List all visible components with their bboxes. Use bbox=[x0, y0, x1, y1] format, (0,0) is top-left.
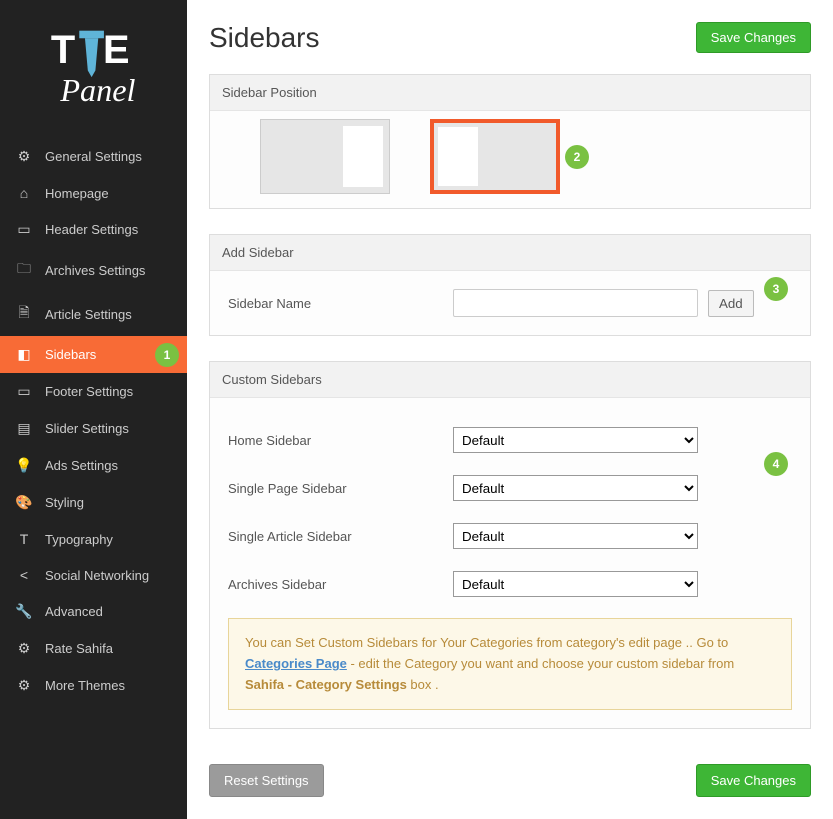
home-icon: ⌂ bbox=[15, 185, 33, 201]
svg-text:T: T bbox=[51, 28, 75, 72]
nav-label: Slider Settings bbox=[45, 421, 129, 436]
notice-text: - edit the Category you want and choose … bbox=[347, 656, 734, 671]
nav-label: General Settings bbox=[45, 149, 142, 164]
file-icon: 🗎 bbox=[15, 302, 33, 326]
categories-notice: You can Set Custom Sidebars for Your Cat… bbox=[228, 618, 792, 710]
nav-styling[interactable]: 🎨 Styling bbox=[0, 484, 187, 521]
row-label: Home Sidebar bbox=[228, 433, 453, 448]
row-label: Archives Sidebar bbox=[228, 577, 453, 592]
sidebar-name-input[interactable] bbox=[453, 289, 698, 317]
nav-label: More Themes bbox=[45, 678, 125, 693]
nav-label: Article Settings bbox=[45, 307, 132, 322]
header-icon: ▭ bbox=[15, 221, 33, 238]
sidebar-name-label: Sidebar Name bbox=[228, 296, 453, 311]
nav-label: Ads Settings bbox=[45, 458, 118, 473]
position-left-option[interactable] bbox=[430, 119, 560, 194]
wrench-icon: 🔧 bbox=[15, 603, 33, 620]
nav-archives-settings[interactable]: 🗀 Archives Settings bbox=[0, 248, 187, 292]
annotation-3: 3 bbox=[764, 277, 788, 301]
main-content: Sidebars Save Changes Sidebar Position 2… bbox=[187, 0, 833, 819]
nav-label: Typography bbox=[45, 532, 113, 547]
panel-header: Custom Sidebars bbox=[210, 362, 810, 398]
nav-more-themes[interactable]: ⚙ More Themes bbox=[0, 667, 187, 704]
add-button[interactable]: Add bbox=[708, 290, 754, 317]
logo: T E Panel bbox=[0, 0, 187, 138]
share-icon: < bbox=[15, 567, 33, 583]
reset-button[interactable]: Reset Settings bbox=[209, 764, 324, 797]
svg-text:E: E bbox=[103, 28, 130, 72]
nav-label: Header Settings bbox=[45, 222, 138, 237]
nav-label: Footer Settings bbox=[45, 384, 133, 399]
add-sidebar-panel: Add Sidebar Sidebar Name Add 3 bbox=[209, 234, 811, 336]
folder-icon: 🗀 bbox=[15, 258, 33, 282]
nav-label: Homepage bbox=[45, 186, 109, 201]
nav-rate[interactable]: ⚙ Rate Sahifa bbox=[0, 630, 187, 667]
type-icon: T bbox=[15, 531, 33, 547]
gear-icon: ⚙ bbox=[15, 148, 33, 165]
panel-header: Add Sidebar bbox=[210, 235, 810, 271]
notice-text: box . bbox=[407, 677, 439, 692]
gear-icon: ⚙ bbox=[15, 640, 33, 657]
archives-sidebar-select[interactable]: Default bbox=[453, 571, 698, 597]
slider-icon: ▤ bbox=[15, 420, 33, 437]
nav-label: Rate Sahifa bbox=[45, 641, 113, 656]
nav-slider-settings[interactable]: ▤ Slider Settings bbox=[0, 410, 187, 447]
annotation-4: 4 bbox=[764, 452, 788, 476]
position-right-option[interactable] bbox=[260, 119, 390, 194]
custom-row: Home Sidebar Default bbox=[228, 416, 792, 464]
brush-icon: 🎨 bbox=[15, 494, 33, 511]
sidebar-position-panel: Sidebar Position 2 bbox=[209, 74, 811, 209]
nav-ads-settings[interactable]: 💡 Ads Settings bbox=[0, 447, 187, 484]
nav-advanced[interactable]: 🔧 Advanced bbox=[0, 593, 187, 630]
nav-social-networking[interactable]: < Social Networking bbox=[0, 557, 187, 593]
home-sidebar-select[interactable]: Default bbox=[453, 427, 698, 453]
notice-text: You can Set Custom Sidebars for Your Cat… bbox=[245, 635, 728, 650]
notice-bold: Sahifa - Category Settings bbox=[245, 677, 407, 692]
custom-row: Archives Sidebar Default bbox=[228, 560, 792, 608]
nav-general-settings[interactable]: ⚙ General Settings bbox=[0, 138, 187, 175]
nav-sidebars[interactable]: ◧ Sidebars 1 bbox=[0, 336, 187, 373]
nav-header-settings[interactable]: ▭ Header Settings bbox=[0, 211, 187, 248]
bulb-icon: 💡 bbox=[15, 457, 33, 474]
nav-label: Advanced bbox=[45, 604, 103, 619]
nav-typography[interactable]: T Typography bbox=[0, 521, 187, 557]
nav-article-settings[interactable]: 🗎 Article Settings bbox=[0, 292, 187, 336]
save-button-bottom[interactable]: Save Changes bbox=[696, 764, 811, 797]
annotation-2: 2 bbox=[565, 145, 589, 169]
row-label: Single Page Sidebar bbox=[228, 481, 453, 496]
single-page-sidebar-select[interactable]: Default bbox=[453, 475, 698, 501]
panel-header: Sidebar Position bbox=[210, 75, 810, 111]
nav-label: Styling bbox=[45, 495, 84, 510]
nav-label: Archives Settings bbox=[45, 263, 145, 278]
nav-homepage[interactable]: ⌂ Homepage bbox=[0, 175, 187, 211]
categories-page-link[interactable]: Categories Page bbox=[245, 656, 347, 671]
sidebar: T E Panel ⚙ General Settings ⌂ Homepage ▭ H… bbox=[0, 0, 187, 819]
custom-row: Single Page Sidebar Default bbox=[228, 464, 792, 512]
page-title: Sidebars bbox=[209, 22, 320, 54]
save-button-top[interactable]: Save Changes bbox=[696, 22, 811, 53]
nav-footer-settings[interactable]: ▭ Footer Settings bbox=[0, 373, 187, 410]
nav-label: Social Networking bbox=[45, 568, 149, 583]
custom-sidebars-panel: Custom Sidebars Home Sidebar Default Sin… bbox=[209, 361, 811, 729]
svg-text:Panel: Panel bbox=[59, 72, 135, 108]
custom-row: Single Article Sidebar Default bbox=[228, 512, 792, 560]
layout-icon: ◧ bbox=[15, 346, 33, 363]
annotation-1: 1 bbox=[155, 343, 179, 367]
row-label: Single Article Sidebar bbox=[228, 529, 453, 544]
gear-icon: ⚙ bbox=[15, 677, 33, 694]
single-article-sidebar-select[interactable]: Default bbox=[453, 523, 698, 549]
nav-label: Sidebars bbox=[45, 347, 96, 362]
footer-icon: ▭ bbox=[15, 383, 33, 400]
